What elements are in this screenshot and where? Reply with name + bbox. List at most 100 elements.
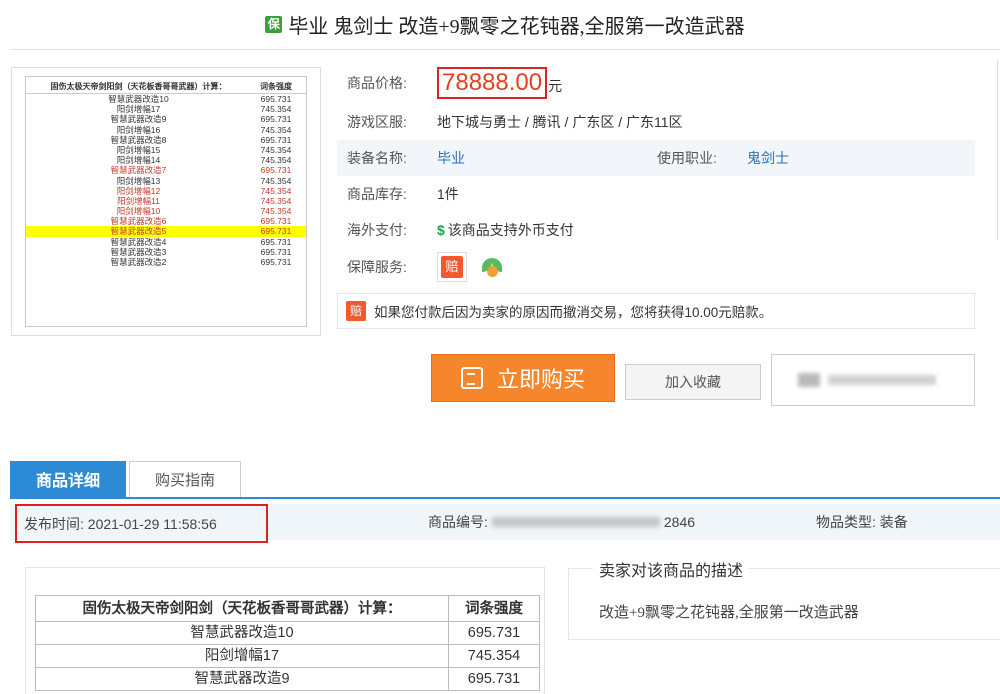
thumbnail-table-row: 智慧武器改造3 695.731	[26, 247, 306, 257]
thumbnail-row-name: 智慧武器改造10	[108, 94, 169, 104]
detail-header-name: 固伤太极天帝剑阳剑（天花板香哥哥武器）计算：	[36, 596, 449, 621]
thumbnail-table-row: 阳剑增幅17 745.354	[26, 104, 306, 114]
thumbnail-row-name: 阳剑增幅10	[116, 206, 161, 217]
thumbnail-row-value: 695.731	[260, 114, 292, 125]
price-unit: 元	[548, 78, 563, 94]
thumbnail-table-row: 智慧武器改造10 695.731	[26, 94, 306, 104]
page-title-bar: 保 毕业 鬼剑士 改造+9飘零之花钝器,全服第一改造武器	[10, 0, 1000, 50]
thumbnail-row-value: 745.354	[260, 206, 292, 217]
thumbnail-table-row: 智慧武器改造6 695.731	[26, 216, 306, 226]
job-link[interactable]: 鬼剑士	[747, 148, 789, 168]
right-divider	[997, 60, 998, 240]
thumbnail-row-name: 智慧武器改造5	[110, 226, 167, 237]
thumbnail-row-value: 695.731	[260, 246, 292, 257]
stock-label: 商品库存:	[347, 186, 407, 202]
detail-row-value: 695.731	[467, 671, 521, 687]
product-number: 商品编号: 2846	[428, 512, 695, 532]
service-label: 保障服务:	[347, 259, 407, 275]
job-label: 使用职业:	[657, 150, 717, 166]
thumbnail-table-row: 智慧武器改造2 695.731	[26, 257, 306, 267]
detail-header-value: 词条强度	[465, 601, 523, 617]
thumbnail-row-value: 745.354	[260, 144, 292, 155]
thumbnail-table-row: 智慧武器改造7 695.731	[26, 165, 306, 175]
detail-table-row: 智慧武器改造9 695.731	[36, 668, 539, 691]
thumbnail-row-name: 阳剑增幅14	[116, 155, 161, 166]
blurred-text	[828, 375, 936, 385]
share-box[interactable]	[771, 354, 975, 406]
thumbnail-table-row: 阳剑增幅16 745.354	[26, 125, 306, 135]
thumbnail-row-name: 阳剑增幅16	[116, 124, 161, 135]
overseas-row: 海外支付: $ 该商品支持外币支付	[337, 212, 975, 248]
detail-tabs: 商品详细 购买指南	[10, 461, 1000, 499]
thumbnail-table-row: 阳剑增幅15 745.354	[26, 145, 306, 155]
product-number-label: 商品编号:	[428, 514, 488, 530]
seller-description-title: 卖家对该商品的描述	[593, 557, 750, 581]
equip-row: 装备名称: 毕业 使用职业: 鬼剑士	[337, 140, 975, 176]
compensation-text: 如果您付款后因为卖家的原因而撤消交易，您将获得10.00元赔款。	[374, 305, 773, 320]
product-number-tail: 2846	[663, 514, 696, 530]
equip-label: 装备名称:	[347, 150, 407, 166]
add-favorite-button[interactable]: 加入收藏	[625, 364, 761, 400]
overseas-value: 该商品支持外币支付	[447, 222, 574, 238]
compensation-service-tag[interactable]: 赔	[437, 252, 467, 282]
thumbnail-row-value: 695.731	[260, 94, 292, 104]
flower-guarantee-icon[interactable]	[481, 256, 503, 278]
thumbnail-row-value: 695.731	[260, 134, 292, 145]
thumbnail-row-value: 745.354	[260, 195, 292, 206]
tab-buy-guide[interactable]: 购买指南	[129, 461, 241, 497]
thumbnail-table-row: 智慧武器改造8 695.731	[26, 135, 306, 145]
thumbnail-row-name: 阳剑增幅11	[117, 195, 160, 206]
thumbnail-row-value: 695.731	[260, 165, 292, 176]
dollar-icon: $	[437, 222, 445, 238]
region-value: 地下城与勇士 / 腾讯 / 广东区 / 广东11区	[437, 114, 683, 130]
tab-product-detail[interactable]: 商品详细	[10, 461, 126, 497]
detail-row-name: 智慧武器改造9	[36, 668, 449, 690]
thumbnail-row-name: 智慧武器改造9	[110, 114, 167, 125]
thumbnail-table-row: 阳剑增幅14 745.354	[26, 155, 306, 165]
thumbnail-header-name: 固伤太极天帝剑阳剑（天花板香哥哥武器）计算：	[50, 82, 227, 91]
seller-description-text: 改造+9飘零之花钝器,全服第一改造武器	[599, 605, 859, 621]
thumbnail-row-value: 695.731	[260, 236, 292, 247]
thumbnail-row-value: 745.354	[260, 155, 292, 166]
thumbnail-row-name: 智慧武器改造2	[110, 257, 167, 267]
guarantee-badge-icon: 保	[265, 16, 283, 33]
thumbnail-table-row: 阳剑增幅10 745.354	[26, 206, 306, 216]
thumbnail-row-value: 695.731	[260, 216, 292, 227]
detail-table-row: 阳剑增幅17 745.354	[36, 645, 539, 668]
region-row: 游戏区服: 地下城与勇士 / 腾讯 / 广东区 / 广东11区	[337, 104, 975, 140]
thumbnail-header-value: 词条强度	[260, 82, 292, 91]
thumbnail-row-name: 智慧武器改造8	[110, 134, 167, 145]
thumbnail-row-value: 695.731	[260, 226, 292, 237]
stock-row: 商品库存: 1件	[337, 176, 975, 212]
detail-table-header: 固伤太极天帝剑阳剑（天花板香哥哥武器）计算： 词条强度	[36, 596, 539, 622]
overseas-label: 海外支付:	[347, 222, 407, 238]
product-number-blurred	[491, 517, 660, 527]
thumbnail-row-value: 745.354	[260, 124, 292, 135]
compensation-notice-icon: 赔	[346, 301, 366, 321]
thumbnail-table-row: 智慧武器改造5 695.731	[26, 226, 306, 237]
thumbnail-table-row: 智慧武器改造9 695.731	[26, 114, 306, 124]
item-type: 物品类型: 装备	[816, 514, 908, 530]
blurred-icon	[798, 373, 820, 387]
product-image-thumbnail[interactable]: 固伤太极天帝剑阳剑（天花板香哥哥武器）计算： 词条强度 智慧武器改造10 695.…	[11, 67, 321, 336]
buy-now-label: 立即购买	[496, 367, 585, 392]
service-row: 保障服务: 赔	[337, 248, 975, 286]
detail-image: 固伤太极天帝剑阳剑（天花板香哥哥武器）计算： 词条强度 智慧武器改造10 695.…	[25, 567, 545, 694]
thumbnail-row-value: 745.354	[260, 185, 292, 196]
thumbnail-row-name: 阳剑增幅12	[116, 185, 161, 196]
thumbnail-table-header: 固伤太极天帝剑阳剑（天花板香哥哥武器）计算： 词条强度	[26, 80, 306, 94]
flower-shape	[487, 266, 498, 277]
thumbnail-row-name: 智慧武器改造4	[110, 236, 167, 247]
thumbnail-table-row: 阳剑增幅11 745.354	[26, 196, 306, 206]
price-value: 78888.00	[437, 67, 548, 99]
detail-row-value: 745.354	[467, 648, 521, 664]
page-title: 毕业 鬼剑士 改造+9飘零之花钝器,全服第一改造武器	[288, 16, 745, 38]
thumbnail-row-name: 阳剑增幅13	[116, 175, 161, 186]
compensation-notice: 赔 如果您付款后因为卖家的原因而撤消交易，您将获得10.00元赔款。	[337, 293, 975, 329]
detail-row-name: 阳剑增幅17	[36, 645, 449, 667]
thumbnail-row-value: 695.731	[260, 257, 292, 267]
equip-link[interactable]: 毕业	[437, 148, 647, 168]
detail-table: 固伤太极天帝剑阳剑（天花板香哥哥武器）计算： 词条强度 智慧武器改造10 695.…	[35, 595, 540, 691]
buy-now-button[interactable]: 立即购买	[431, 354, 615, 402]
detail-row-name: 智慧武器改造10	[36, 622, 449, 644]
